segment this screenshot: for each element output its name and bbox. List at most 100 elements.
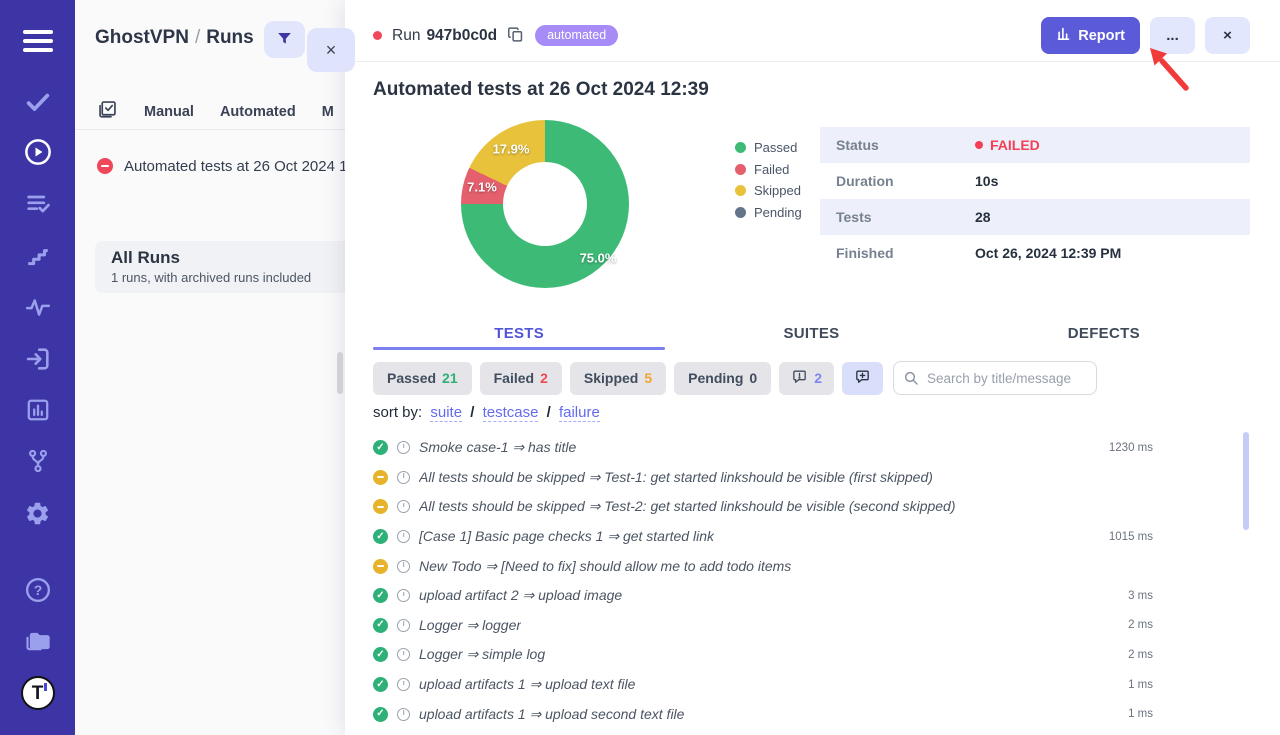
app: ? T GhostVPN/Runs Manual Automated M [0,0,1280,735]
test-title[interactable]: upload artifacts 1 ⇒ upload text file [419,676,635,693]
tab-tests[interactable]: TESTS [373,316,665,350]
donut-chart: 75.0% 7.1% 17.9% [461,120,629,288]
run-id: 947b0c0d [426,27,497,45]
skipped-count: 5 [644,370,652,386]
stat-value: Oct 26, 2024 12:39 PM [975,245,1121,261]
legend-item: Failed [735,159,802,181]
filter-comments-button[interactable]: 2 [779,362,834,395]
skipped-icon [373,559,388,574]
stat-value-status: FAILED [975,137,1040,153]
pulse-icon[interactable] [21,290,55,324]
filter-row: Passed21 Failed2 Skipped5 Pending0 2 [373,361,1097,395]
runs-tab-mixed[interactable]: M [322,104,334,120]
filter-button[interactable] [264,21,305,58]
runs-icon[interactable] [21,135,55,169]
tests-icon[interactable] [21,85,55,119]
test-title[interactable]: [Case 1] Basic page checks 1 ⇒ get start… [419,528,714,545]
sidebar: ? T [0,0,75,735]
stat-value: 10s [975,173,998,189]
funnel-icon [275,29,294,51]
import-icon[interactable] [21,342,55,376]
bar-chart-icon [1056,26,1071,45]
test-row[interactable]: upload artifacts 1 ⇒ upload second text … [373,699,1250,729]
test-title[interactable]: Smoke case-1 ⇒ has title [419,439,576,456]
run-detail-header: Run 947b0c0d automated Report ... × [345,0,1280,62]
runs-tab-manual[interactable]: Manual [144,104,194,120]
stat-row: Finished Oct 26, 2024 12:39 PM [820,235,1250,271]
detail-tabs: TESTS SUITES DEFECTS [373,316,1250,350]
test-row[interactable]: All tests should be skipped ⇒ Test-2: ge… [373,492,1250,522]
filter-pending-button[interactable]: Pending0 [674,362,771,395]
run-title: Automated tests at 26 Oct 2024 12:39 [373,79,709,101]
test-row[interactable]: Smoke case-1 ⇒ has title 1230 ms [373,433,1250,463]
test-title[interactable]: Logger ⇒ logger [419,617,521,634]
skipped-icon [373,470,388,485]
logo-icon[interactable]: T [21,676,55,710]
settings-icon[interactable] [21,496,55,530]
filter-failed-button[interactable]: Failed2 [480,362,562,395]
test-title[interactable]: All tests should be skipped ⇒ Test-1: ge… [419,469,933,486]
stat-label: Finished [820,245,975,261]
more-button[interactable]: ... [1150,17,1195,54]
tab-suites[interactable]: SUITES [665,316,957,350]
add-comment-filter-button[interactable] [842,362,883,395]
all-runs-card[interactable]: All Runs 1 runs, with archived runs incl… [95,241,345,293]
runs-tab-automated[interactable]: Automated [220,104,296,120]
test-title[interactable]: Logger ⇒ simple log [419,646,545,663]
sort-row: sort by: suite / testcase / failure [373,404,604,421]
menu-icon[interactable] [21,24,55,58]
help-icon[interactable]: ? [21,573,55,607]
search-input[interactable] [893,361,1097,395]
test-title[interactable]: upload artifacts 1 ⇒ upload second text … [419,706,684,723]
test-duration: 2 ms [1128,619,1153,631]
reports-icon[interactable] [21,393,55,427]
filter-passed-button[interactable]: Passed21 [373,362,472,395]
run-stats-table: Status FAILED Duration 10s Tests 28 Fini… [820,127,1250,271]
test-list-scrollbar[interactable] [1243,432,1249,530]
clock-icon [397,560,410,573]
filter-skipped-button[interactable]: Skipped5 [570,362,666,395]
branches-icon[interactable] [21,444,55,478]
sort-by-failure[interactable]: failure [559,404,600,422]
breadcrumb-project[interactable]: GhostVPN [95,27,189,48]
run-list-item-title[interactable]: Automated tests at 26 Oct 2024 12:39 [124,158,345,175]
test-row[interactable]: All tests should be skipped ⇒ Test-1: ge… [373,463,1250,493]
passed-icon [373,677,388,692]
all-runs-title: All Runs [111,248,345,268]
test-title[interactable]: All tests should be skipped ⇒ Test-2: ge… [419,498,956,515]
close-button[interactable]: × [1205,17,1250,54]
legend-label: Skipped [754,183,801,198]
clock-icon [397,589,410,602]
stat-row: Tests 28 [820,199,1250,235]
copy-run-id-button[interactable] [506,25,525,47]
projects-icon[interactable] [21,624,55,658]
test-row[interactable]: upload artifacts 1 ⇒ upload text file 1 … [373,670,1250,700]
failed-dot-icon [975,141,983,149]
test-row[interactable]: upload artifact 2 ⇒ upload image 3 ms [373,581,1250,611]
svg-text:?: ? [33,582,42,598]
sort-by-testcase[interactable]: testcase [483,404,539,422]
copy-icon [506,25,525,47]
comments-count: 2 [814,370,822,386]
suites-icon[interactable] [21,187,55,221]
stat-row: Duration 10s [820,163,1250,199]
stat-label: Duration [820,173,975,189]
test-row[interactable]: [Case 1] Basic page checks 1 ⇒ get start… [373,522,1250,552]
test-title[interactable]: upload artifact 2 ⇒ upload image [419,587,622,604]
tab-defects[interactable]: DEFECTS [958,316,1250,350]
report-button[interactable]: Report [1041,17,1140,54]
test-row[interactable]: Logger ⇒ logger 2 ms [373,611,1250,641]
test-title[interactable]: New Todo ⇒ [Need to fix] should allow me… [419,558,791,575]
panel-close-tab-button[interactable]: × [307,28,355,72]
test-row[interactable]: Logger ⇒ simple log 2 ms [373,640,1250,670]
runs-panel-scrollbar[interactable] [337,352,343,394]
chart-legend: Passed Failed Skipped Pending [735,137,802,223]
steps-icon[interactable] [21,239,55,273]
run-list-item[interactable]: Automated tests at 26 Oct 2024 12:39 [75,149,345,183]
test-row[interactable]: New Todo ⇒ [Need to fix] should allow me… [373,551,1250,581]
breadcrumb: GhostVPN/Runs [95,27,254,49]
checklist-icon[interactable] [97,99,118,125]
comment-plus-icon [854,368,871,388]
sort-by-suite[interactable]: suite [430,404,462,422]
chart-label-skipped: 17.9% [493,142,530,157]
